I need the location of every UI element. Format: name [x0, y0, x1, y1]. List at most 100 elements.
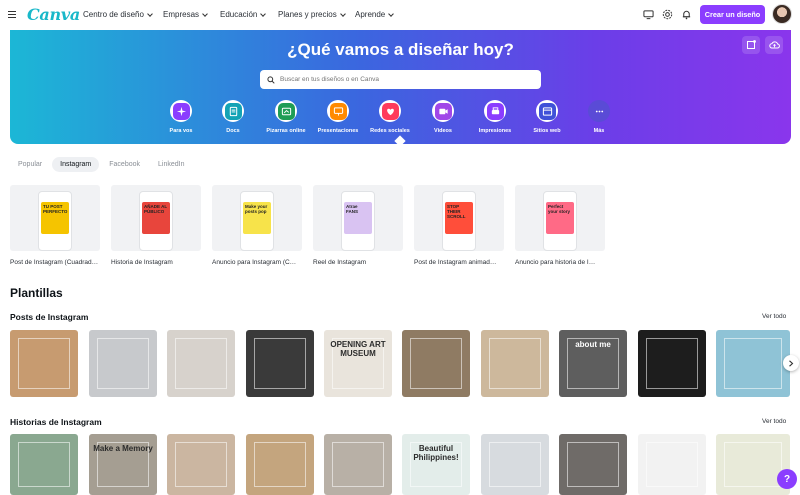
template-thumbnail[interactable]	[246, 434, 314, 495]
template-thumbnail[interactable]	[10, 330, 78, 397]
design-type-label: Historia de Instagram	[111, 259, 173, 266]
chevron-right-icon	[789, 359, 794, 367]
upload-button[interactable]	[765, 36, 783, 54]
nav-item-label: Aprende	[355, 10, 386, 19]
canva-logo[interactable]: Canva	[27, 5, 80, 24]
nav-item-plans[interactable]: Planes y precios	[278, 10, 346, 19]
category-circle	[327, 100, 349, 122]
nav-item-learn[interactable]: Aprende	[355, 10, 395, 19]
category-whiteboard[interactable]: Pizarras online	[256, 100, 316, 134]
hero-banner: ¿Qué vamos a diseñar hoy? Para vos Docs Pi…	[10, 30, 791, 144]
search-input[interactable]	[280, 76, 530, 83]
template-thumbnail[interactable]	[402, 330, 470, 397]
design-type-artwork-text: TU POST PERFECTO	[41, 202, 69, 234]
template-frame	[97, 338, 149, 389]
template-thumbnail[interactable]	[638, 330, 706, 397]
nav-item-design-center[interactable]: Centro de diseño	[83, 10, 153, 19]
chevron-down-icon	[202, 10, 208, 17]
design-type-card[interactable]: Perfect your story Anuncio para historia …	[515, 185, 605, 266]
row-title-stories: Historias de Instagram	[10, 417, 102, 427]
design-type-card[interactable]: STOP THEIR SCROLL Post de Instagram anima…	[414, 185, 504, 266]
doc-icon	[229, 106, 237, 116]
custom-size-icon	[747, 40, 756, 49]
carousel-next-button[interactable]	[783, 355, 799, 371]
template-thumbnail[interactable]	[10, 434, 78, 495]
design-type-artwork-text: Perfect your story	[546, 202, 574, 234]
design-type-label: Post de Instagram (Cuadrad…	[10, 259, 99, 266]
design-type-thumbnail: Atrae FANS	[313, 185, 403, 251]
see-all-stories-link[interactable]: Ver todo	[762, 418, 786, 425]
category-circle	[222, 100, 244, 122]
templates-heading: Plantillas	[10, 286, 63, 300]
see-all-posts-link[interactable]: Ver todo	[762, 313, 786, 320]
help-button[interactable]: ?	[777, 469, 797, 489]
heart-icon	[386, 108, 394, 115]
template-thumbnail[interactable]	[324, 434, 392, 495]
template-frame	[18, 338, 70, 389]
category-sparkle[interactable]: Para vos	[151, 100, 211, 134]
menu-icon[interactable]	[8, 11, 16, 18]
template-thumbnail[interactable]	[167, 434, 235, 495]
template-thumbnail[interactable]	[559, 434, 627, 495]
category-doc[interactable]: Docs	[203, 100, 263, 134]
template-thumbnail[interactable]: Make a Memory	[89, 434, 157, 495]
template-thumbnail[interactable]: Beautiful Philippines!	[402, 434, 470, 495]
design-type-artwork-text: AÑADE AL PÚBLICO	[142, 202, 170, 234]
desktop-icon[interactable]	[643, 9, 654, 20]
nav-item-business[interactable]: Empresas	[163, 10, 208, 19]
phone-mockup: Perfect your story	[543, 191, 577, 251]
template-frame	[724, 442, 782, 487]
template-thumbnail[interactable]	[246, 330, 314, 397]
template-thumbnail[interactable]	[716, 330, 790, 397]
category-website[interactable]: Sitios web	[517, 100, 577, 134]
template-frame	[18, 442, 70, 487]
nav-item-label: Planes y precios	[278, 10, 337, 19]
template-frame	[646, 338, 698, 389]
nav-item-label: Educación	[220, 10, 258, 19]
tab-popular[interactable]: Popular	[10, 157, 50, 172]
avatar[interactable]	[772, 4, 792, 24]
top-nav-bar: Canva Centro de diseño Empresas Educació…	[0, 0, 800, 30]
phone-mockup: STOP THEIR SCROLL	[442, 191, 476, 251]
template-thumbnail[interactable]	[167, 330, 235, 397]
design-type-tabs: Popular Instagram Facebook LinkedIn	[10, 157, 192, 172]
template-thumbnail[interactable]	[638, 434, 706, 495]
create-design-button[interactable]: Crear un diseño	[700, 5, 765, 24]
template-thumbnail[interactable]	[481, 330, 549, 397]
template-thumbnail[interactable]	[89, 330, 157, 397]
video-icon	[438, 108, 448, 114]
category-video[interactable]: Videos	[413, 100, 473, 134]
template-thumbnail[interactable]	[481, 434, 549, 495]
template-text: Make a Memory	[93, 444, 153, 453]
category-presentation[interactable]: Presentaciones	[308, 100, 368, 134]
whiteboard-icon	[281, 107, 291, 115]
design-type-card[interactable]: Make your posts pop Anuncio para Instagra…	[212, 185, 302, 266]
phone-mockup: Make your posts pop	[240, 191, 274, 251]
category-more[interactable]: Más	[569, 100, 629, 134]
template-frame	[410, 338, 462, 389]
category-circle	[275, 100, 297, 122]
custom-size-button[interactable]	[742, 36, 760, 54]
design-type-card[interactable]: TU POST PERFECTO Post de Instagram (Cuadr…	[10, 185, 100, 266]
category-print[interactable]: Impresiones	[465, 100, 525, 134]
bell-icon[interactable]	[681, 9, 692, 20]
tab-linkedin[interactable]: LinkedIn	[150, 157, 192, 172]
tab-instagram[interactable]: Instagram	[52, 157, 100, 172]
template-thumbnail[interactable]: about me	[559, 330, 627, 397]
category-heart[interactable]: Redes sociales	[360, 100, 420, 134]
tab-facebook[interactable]: Facebook	[101, 157, 148, 172]
template-text: OPENING ART MUSEUM	[330, 340, 386, 358]
chevron-down-icon	[339, 10, 346, 17]
design-type-label: Reel de Instagram	[313, 259, 367, 266]
category-label: Impresiones	[478, 128, 512, 134]
design-type-card[interactable]: AÑADE AL PÚBLICO Historia de Instagram	[111, 185, 201, 266]
design-type-thumbnail: Make your posts pop	[212, 185, 302, 251]
search-bar[interactable]	[260, 70, 541, 89]
category-label: Docs	[226, 128, 240, 134]
nav-item-education[interactable]: Educación	[220, 10, 267, 19]
hero-title: ¿Qué vamos a diseñar hoy?	[287, 40, 514, 59]
nav-item-label: Centro de diseño	[83, 10, 144, 19]
template-thumbnail[interactable]: OPENING ART MUSEUM	[324, 330, 392, 397]
gear-icon[interactable]	[662, 9, 673, 20]
design-type-card[interactable]: Atrae FANS Reel de Instagram	[313, 185, 403, 266]
